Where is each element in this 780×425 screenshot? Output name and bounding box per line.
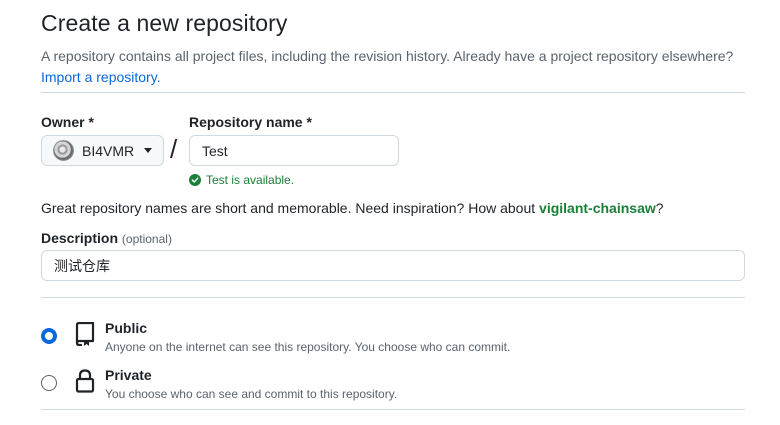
optional-hint: (optional) xyxy=(121,232,172,246)
description-label: Description (optional) xyxy=(41,230,172,246)
owner-repo-separator: / xyxy=(170,134,178,164)
divider xyxy=(41,297,745,298)
suggested-name-link[interactable]: vigilant-chainsaw xyxy=(539,200,656,216)
description-input[interactable]: 测试仓库 xyxy=(41,250,745,281)
description-label-text: Description xyxy=(41,230,119,246)
private-radio[interactable] xyxy=(41,375,57,391)
subtitle-text: A repository contains all project files,… xyxy=(41,48,734,64)
repository-name-label: Repository name * xyxy=(189,114,312,130)
owner-label: Owner * xyxy=(41,114,94,130)
public-title: Public xyxy=(105,320,148,336)
public-radio[interactable] xyxy=(41,328,57,344)
page-title: Create a new repository xyxy=(41,10,288,36)
page-subtitle: A repository contains all project files,… xyxy=(41,46,761,88)
import-repository-link[interactable]: Import a repository. xyxy=(41,69,161,85)
private-description: You choose who can see and commit to thi… xyxy=(105,387,398,401)
repo-icon xyxy=(75,322,95,346)
owner-name: BI4VMR xyxy=(82,142,135,159)
check-circle-icon xyxy=(189,174,201,186)
lock-icon xyxy=(75,369,95,393)
divider xyxy=(41,92,745,93)
availability-text: Test is available. xyxy=(206,173,295,187)
private-title: Private xyxy=(105,367,152,383)
hint-end: ? xyxy=(655,200,664,216)
name-hint: Great repository names are short and mem… xyxy=(41,200,664,216)
avatar xyxy=(53,140,74,161)
chevron-down-icon xyxy=(144,148,153,153)
repository-name-input[interactable]: Test xyxy=(189,135,399,166)
public-description: Anyone on the internet can see this repo… xyxy=(105,340,511,354)
divider xyxy=(41,409,745,410)
hint-text: Great repository names are short and mem… xyxy=(41,200,540,216)
owner-dropdown[interactable]: BI4VMR xyxy=(41,135,164,166)
availability-status: Test is available. xyxy=(189,173,294,187)
